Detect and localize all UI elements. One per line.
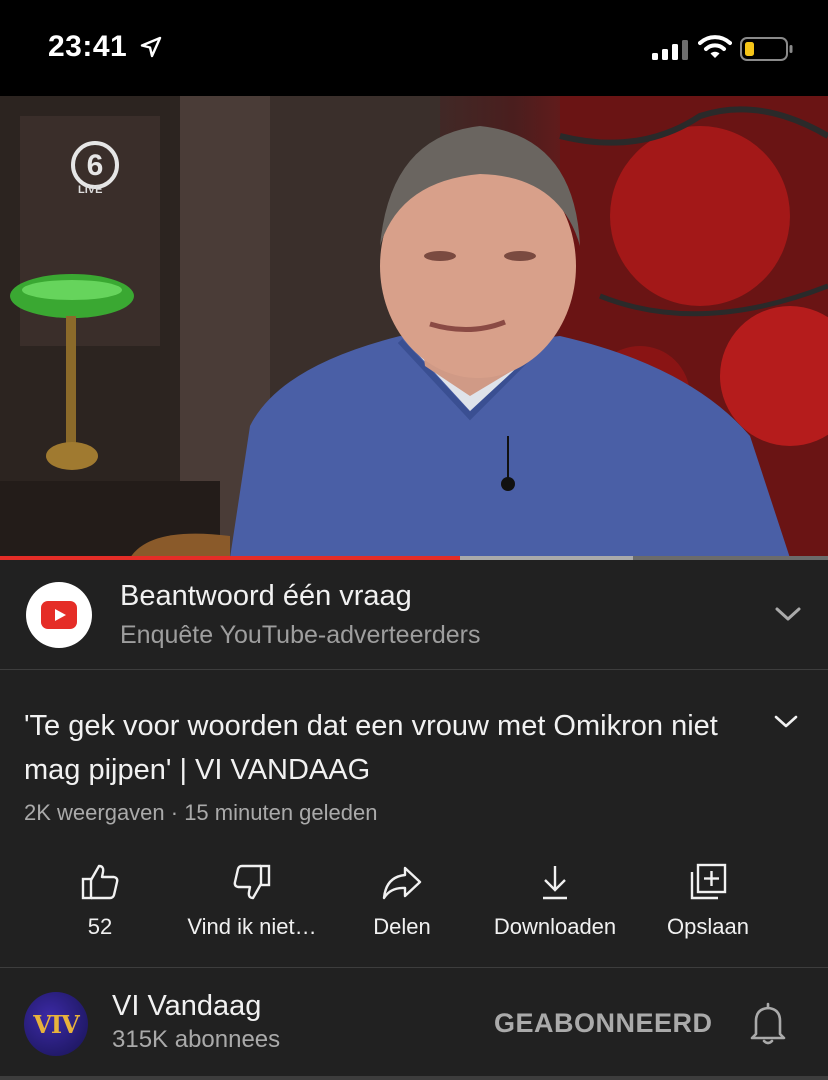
wifi-icon <box>698 35 732 58</box>
download-icon <box>543 866 567 900</box>
subscribed-button[interactable]: GEABONNEERD <box>494 1008 713 1039</box>
youtube-logo-icon <box>41 601 77 629</box>
battery-low-icon <box>740 37 793 61</box>
chevron-down-icon[interactable] <box>774 604 802 624</box>
live-label: LIVE <box>78 184 103 196</box>
video-meta: 2K weergaven · 15 minuten geleden <box>24 800 378 825</box>
share-button[interactable]: Delen <box>352 856 452 956</box>
bottom-divider <box>0 1076 828 1080</box>
survey-ad-row[interactable]: Beantwoord één vraag Enquête YouTube-adv… <box>0 560 828 670</box>
channel-name[interactable]: VI Vandaag <box>112 990 261 1023</box>
thumbs-down-icon <box>233 864 271 900</box>
share-label: Delen <box>373 914 431 939</box>
like-button[interactable]: 52 <box>50 856 150 956</box>
video-player[interactable]: 6 LIVE <box>0 96 828 558</box>
cellular-signal-icon <box>652 40 688 60</box>
expand-description-chevron-icon[interactable] <box>772 712 800 732</box>
download-button[interactable]: Downloaden <box>484 856 626 956</box>
video-title[interactable]: 'Te gek voor woorden dat een vrouw met O… <box>24 704 754 792</box>
location-arrow-icon <box>140 36 162 58</box>
save-label: Opslaan <box>667 914 749 939</box>
dislike-button[interactable]: Vind ik niet… <box>172 856 332 956</box>
channel-subscriber-count: 315K abonnees <box>112 1026 281 1053</box>
save-playlist-icon <box>690 863 727 900</box>
channel-avatar-logo: VIV <box>33 1010 79 1039</box>
status-bar: 23:41 <box>0 0 828 96</box>
channel-avatar[interactable]: VIV <box>24 992 88 1056</box>
action-bar: 52 Vind ik niet… Delen Downloaden Opslaa… <box>0 856 828 968</box>
share-icon <box>382 866 422 900</box>
like-count: 52 <box>87 914 113 939</box>
notification-bell-icon[interactable] <box>748 1002 788 1046</box>
thumbs-up-icon <box>81 864 119 900</box>
channel-logo-text: 6 <box>87 149 104 182</box>
ad-avatar <box>26 582 92 648</box>
dislike-label: Vind ik niet… <box>187 914 317 939</box>
ad-subtitle: Enquête YouTube-adverteerders <box>120 621 481 649</box>
video-frame <box>0 96 828 558</box>
channel-row[interactable]: VIV VI Vandaag 315K abonnees GEABONNEERD <box>0 970 828 1080</box>
download-label: Downloaden <box>493 914 617 939</box>
save-button[interactable]: Opslaan <box>656 856 760 956</box>
ad-title: Beantwoord één vraag <box>120 580 412 612</box>
status-time: 23:41 <box>48 30 128 63</box>
